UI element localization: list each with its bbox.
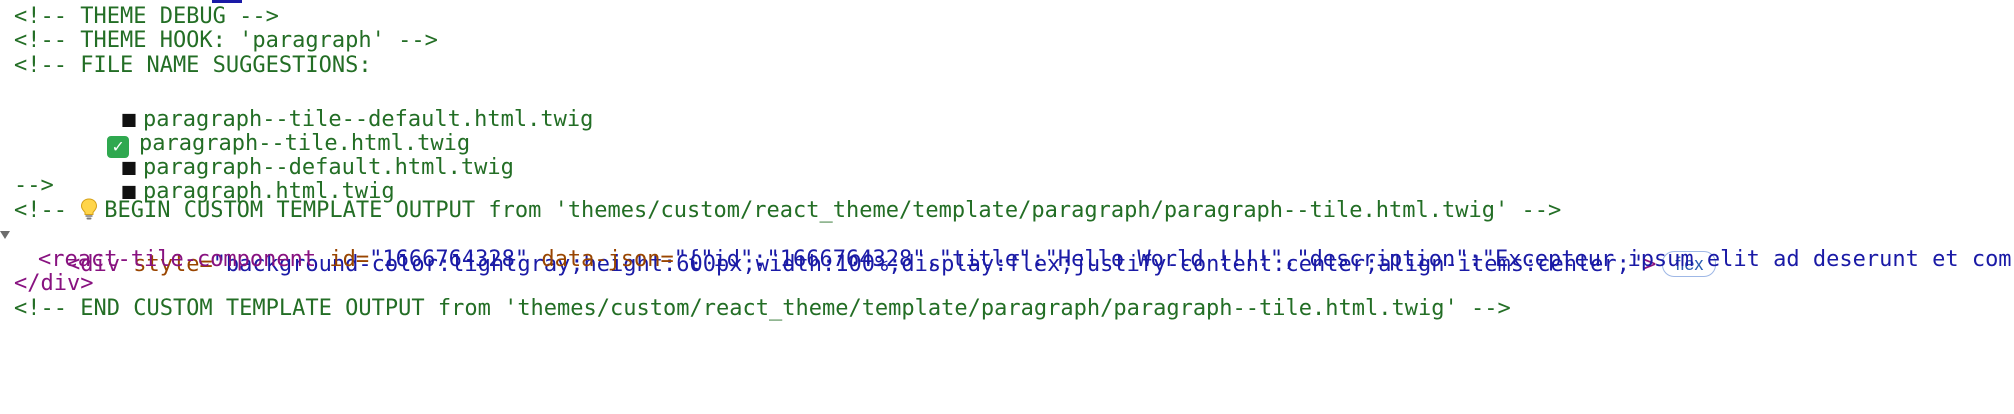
suggestion-item: ■ paragraph.html.twig [62, 147, 394, 204]
react-tile-line[interactable]: <react-tile-component id="1666764328" da… [38, 245, 2014, 275]
end-template-line: <!-- END CUSTOM TEMPLATE OUTPUT from 'th… [14, 296, 1511, 321]
expand-triangle-icon[interactable] [0, 231, 10, 239]
light-bulb-icon [81, 198, 98, 220]
